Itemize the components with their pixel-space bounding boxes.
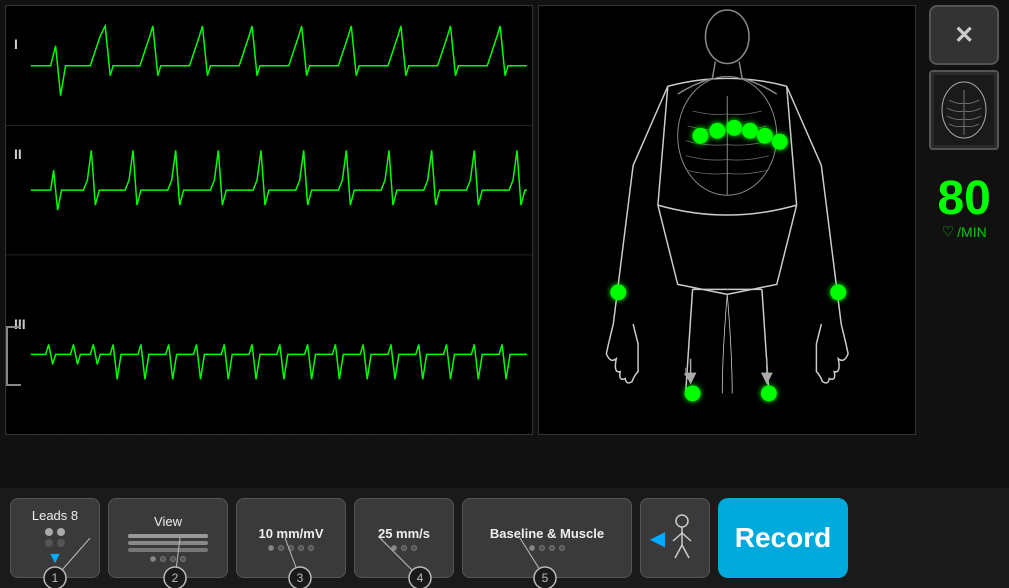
- dot: [298, 545, 304, 551]
- body-panel: ↓ ↓: [538, 5, 916, 435]
- filter-label: Baseline & Muscle: [490, 526, 604, 541]
- view-dot: [170, 556, 176, 562]
- svg-text:↓: ↓: [682, 363, 689, 379]
- xray-thumbnail[interactable]: [929, 70, 999, 150]
- view-dot: [160, 556, 166, 562]
- dot: [308, 545, 314, 551]
- dot: [529, 545, 535, 551]
- dot: [268, 545, 274, 551]
- view-dot: [150, 556, 156, 562]
- main-container: I II III: [0, 0, 1009, 588]
- person-icon: [665, 513, 700, 563]
- record-button[interactable]: Record: [718, 498, 848, 578]
- leads-button[interactable]: Leads 8 ▼: [10, 498, 100, 578]
- view-button[interactable]: View: [108, 498, 228, 578]
- dot: [288, 545, 294, 551]
- dot: [45, 539, 53, 547]
- heart-icon: ♡: [942, 223, 955, 240]
- dot: [278, 545, 284, 551]
- view-dots: [150, 556, 186, 562]
- leads-label: Leads 8: [32, 508, 78, 523]
- lead-bracket: [6, 326, 21, 386]
- nav-left-arrow-icon: ◀: [650, 526, 665, 551]
- navigation-button[interactable]: ◀: [640, 498, 710, 578]
- filter-dots: [529, 545, 565, 551]
- dot: [411, 545, 417, 551]
- dot: [391, 545, 397, 551]
- ecg-panel: I II III: [5, 5, 533, 435]
- body-diagram-svg: ↓ ↓: [539, 6, 915, 434]
- dot: [549, 545, 555, 551]
- record-label: Record: [735, 522, 831, 554]
- dot: [57, 528, 65, 536]
- mm-mv-label: 10 mm/mV: [258, 526, 323, 541]
- dot: [57, 539, 65, 547]
- heart-rate-unit: ♡ /MIN: [937, 223, 990, 240]
- right-panel: ✕ 80 ♡ /MIN: [919, 5, 1009, 435]
- mm-s-label: 25 mm/s: [378, 526, 430, 541]
- dot: [559, 545, 565, 551]
- mm-mv-dots: [268, 545, 314, 551]
- toolbar: Leads 8 ▼ View: [0, 488, 1009, 588]
- leads-dots: [45, 528, 65, 547]
- view-dot: [180, 556, 186, 562]
- dot: [539, 545, 545, 551]
- dot: [401, 545, 407, 551]
- leads-down-arrow: ▼: [47, 550, 63, 568]
- dot: [45, 528, 53, 536]
- close-icon: ✕: [954, 21, 974, 50]
- mm-s-dots: [391, 545, 417, 551]
- close-button[interactable]: ✕: [929, 5, 999, 65]
- svg-text:↓: ↓: [764, 363, 771, 379]
- heart-rate-display: 80 ♡ /MIN: [937, 175, 990, 240]
- xray-image: [934, 75, 994, 145]
- mm-s-button[interactable]: 25 mm/s: [354, 498, 454, 578]
- heart-rate-value: 80: [937, 175, 990, 223]
- filter-button[interactable]: Baseline & Muscle: [462, 498, 632, 578]
- mm-mv-button[interactable]: 10 mm/mV: [236, 498, 346, 578]
- view-label: View: [154, 514, 182, 529]
- ecg-waveform-svg: [6, 6, 532, 434]
- view-lines: [128, 534, 208, 552]
